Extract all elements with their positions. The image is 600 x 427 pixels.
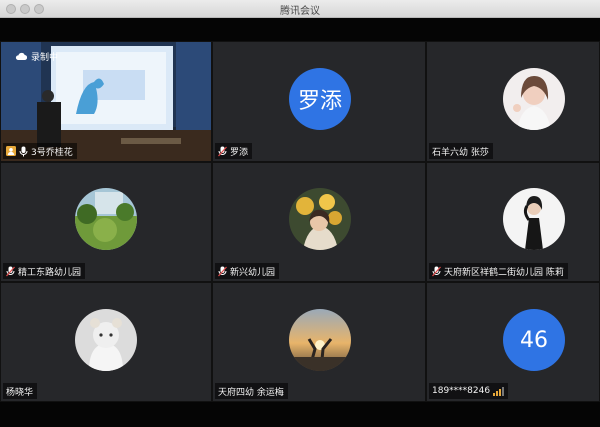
microphone-muted-icon <box>218 266 227 276</box>
avatar-photo <box>503 68 565 130</box>
avatar: 罗添 <box>289 68 351 130</box>
participant-tile[interactable]: 石羊六幼 张莎 <box>426 41 600 162</box>
title-bar: 腾讯会议 <box>0 0 600 18</box>
participant-tile[interactable]: 罗添 罗添 <box>212 41 426 162</box>
avatar <box>75 188 137 250</box>
participant-tile[interactable]: 46 189****8246 <box>426 282 600 402</box>
avatar <box>75 309 137 371</box>
participant-grid: 录制中 3号乔桂花 罗添 罗添 石羊六幼 张莎 精工东路幼儿园 新兴幼儿园 天府… <box>0 41 600 402</box>
participant-name-tag: 精工东路幼儿园 <box>3 263 86 279</box>
participant-tile[interactable]: 天府四幼 余运梅 <box>212 282 426 402</box>
avatar-photo <box>75 309 137 371</box>
participant-name: 天府四幼 余运梅 <box>218 387 284 398</box>
avatar <box>503 188 565 250</box>
participant-tile[interactable]: 新兴幼儿园 <box>212 162 426 282</box>
participant-name: 杨晓华 <box>6 387 34 398</box>
bottom-bar <box>0 402 600 427</box>
microphone-icon <box>19 146 28 156</box>
microphone-muted-icon <box>218 146 227 156</box>
participant-name-tag: 天府新区祥鹤二街幼儿园 陈莉 <box>429 263 568 279</box>
participant-name: 189****8246 <box>432 386 491 396</box>
top-bar <box>0 18 600 41</box>
participant-name-tag: 新兴幼儿园 <box>215 263 280 279</box>
avatar <box>503 68 565 130</box>
participant-name-tag: 石羊六幼 张莎 <box>429 143 493 159</box>
meeting-window: 腾讯会议 录制中 3号乔桂花 罗添 罗添 石羊六幼 张莎 精工东路幼儿园 新兴幼… <box>0 0 600 427</box>
avatar-photo <box>289 309 351 371</box>
recording-indicator: 录制中 <box>15 50 58 63</box>
participant-name: 3号乔桂花 <box>31 147 73 158</box>
host-icon <box>6 146 16 156</box>
speaking-signal-icon <box>493 386 505 396</box>
participant-tile[interactable]: 精工东路幼儿园 <box>0 162 212 282</box>
avatar <box>289 188 351 250</box>
participant-tile[interactable]: 天府新区祥鹤二街幼儿园 陈莉 <box>426 162 600 282</box>
recording-label: 录制中 <box>31 53 59 63</box>
microphone-muted-icon <box>432 266 441 276</box>
participant-name: 罗添 <box>230 147 249 158</box>
participant-name-tag: 天府四幼 余运梅 <box>215 383 288 399</box>
participant-name: 天府新区祥鹤二街幼儿园 陈莉 <box>444 267 564 278</box>
participant-name: 新兴幼儿园 <box>230 267 276 278</box>
participant-name: 精工东路幼儿园 <box>18 267 82 278</box>
participant-name-tag: 杨晓华 <box>3 383 38 399</box>
avatar-photo <box>75 188 137 250</box>
window-title: 腾讯会议 <box>280 6 320 17</box>
participant-name-tag: 罗添 <box>215 143 253 159</box>
avatar-photo <box>503 188 565 250</box>
video-tile[interactable]: 录制中 3号乔桂花 <box>0 41 212 162</box>
participant-tile[interactable]: 杨晓华 <box>0 282 212 402</box>
participant-name-tag: 3号乔桂花 <box>3 143 77 159</box>
participant-name-tag: 189****8246 <box>429 383 509 399</box>
avatar <box>289 309 351 371</box>
avatar: 46 <box>503 309 565 371</box>
participant-name: 石羊六幼 张莎 <box>432 147 489 158</box>
microphone-muted-icon <box>6 266 15 276</box>
avatar-photo <box>289 188 351 250</box>
cloud-icon <box>15 52 27 61</box>
